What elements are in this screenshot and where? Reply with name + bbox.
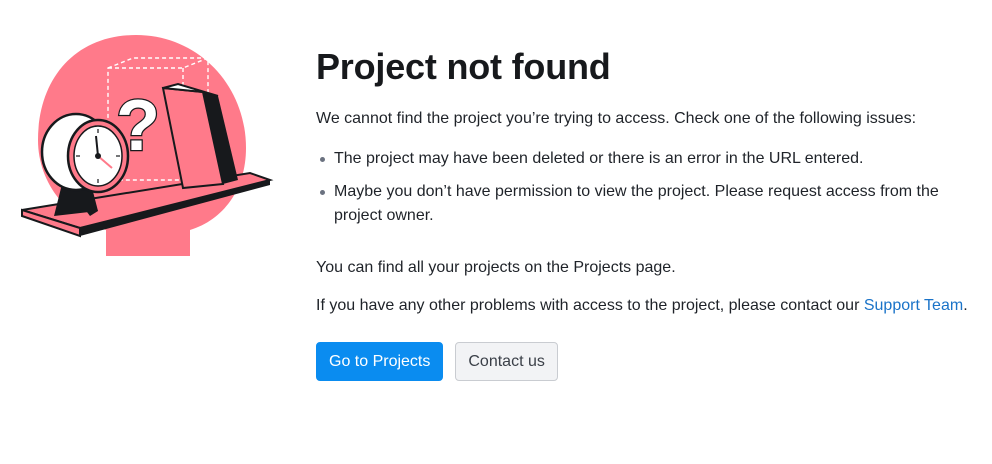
support-team-link[interactable]: Support Team — [864, 297, 963, 314]
not-found-page: ? Project not found We cannot find the p… — [0, 0, 992, 464]
error-content: Project not found We cannot find the pro… — [316, 44, 976, 381]
page-title: Project not found — [316, 46, 611, 87]
list-item: Maybe you don’t have permission to view … — [320, 180, 976, 228]
action-buttons: Go to Projects Contact us — [316, 342, 976, 381]
missing-project-illustration: ? — [21, 35, 274, 256]
projects-page-text: You can find all your projects on the Pr… — [316, 259, 676, 276]
issues-list: The project may have been deleted or the… — [316, 147, 976, 228]
support-text: If you have any other problems with acce… — [316, 294, 976, 318]
support-suffix: . — [963, 297, 968, 314]
support-prefix: If you have any other problems with acce… — [316, 297, 864, 314]
contact-us-button[interactable]: Contact us — [455, 342, 558, 381]
intro-text: We cannot find the project you’re trying… — [316, 110, 917, 127]
go-to-projects-button[interactable]: Go to Projects — [316, 342, 444, 381]
list-item: The project may have been deleted or the… — [320, 147, 976, 171]
